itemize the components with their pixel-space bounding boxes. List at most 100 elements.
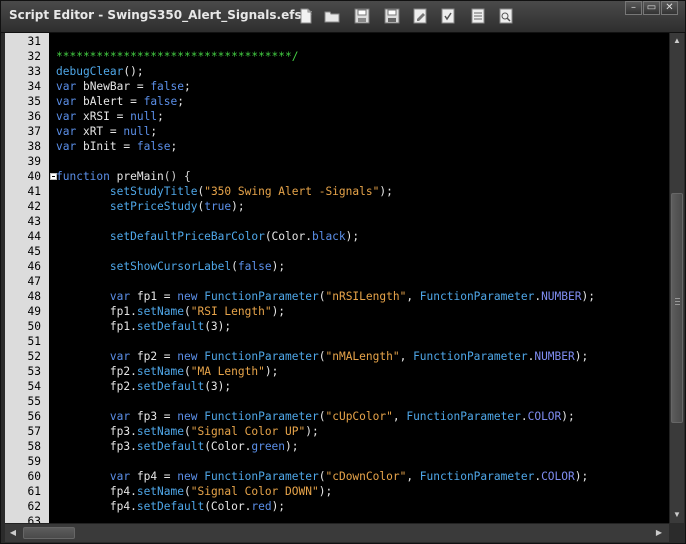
code-line[interactable]: 58 fp3.setDefault(Color.green); [5, 439, 669, 454]
line-number: 60 [27, 470, 41, 483]
code-token: preMain [116, 170, 164, 183]
code-token: setDefaultPriceBarColor [109, 230, 265, 243]
code-token: false [237, 260, 272, 273]
edit-icon[interactable] [411, 7, 429, 25]
code-token: new [177, 290, 205, 303]
list-icon[interactable] [469, 7, 487, 25]
code-token: var [56, 80, 83, 93]
code-line[interactable]: 62 fp4.setDefault(Color.red); [5, 499, 669, 514]
code-line[interactable]: 43 [5, 214, 669, 229]
line-number: 45 [27, 245, 41, 258]
code-token: ; [184, 80, 191, 93]
code-token: "nMALength" [325, 350, 400, 363]
code-token: ); [345, 230, 360, 243]
code-line[interactable]: 41 setStudyTitle("350 Swing Alert -Signa… [5, 184, 669, 199]
restore-button[interactable]: ▭ [643, 1, 660, 15]
code-token: FunctionParameter [204, 410, 319, 423]
code-line[interactable]: 33 debugClear(); [5, 64, 669, 79]
code-line[interactable]: 34 var bNewBar = false; [5, 79, 669, 94]
code-token: ); [379, 185, 393, 198]
code-token: COLOR [527, 410, 562, 423]
line-number: 47 [27, 275, 41, 288]
code-token: fp3. [56, 440, 137, 453]
code-line[interactable]: 61 fp4.setName("Signal Color DOWN"); [5, 484, 669, 499]
vertical-scroll-thumb[interactable] [671, 193, 683, 423]
code-token: black [311, 230, 346, 243]
code-text: fp4.setName("Signal Color DOWN"); [56, 484, 332, 499]
code-line[interactable]: 51 [5, 334, 669, 349]
code-token: setName [136, 425, 184, 438]
code-line[interactable]: 31 [5, 34, 669, 49]
open-folder-icon[interactable] [323, 7, 341, 25]
code-line[interactable]: 35 var bAlert = false; [5, 94, 669, 109]
code-token: ( [183, 485, 191, 498]
code-line[interactable]: 45 [5, 244, 669, 259]
code-editor[interactable]: 31 32 ***********************************/… [5, 33, 669, 523]
line-number: 53 [27, 365, 41, 378]
code-token: setShowCursorLabel [109, 260, 232, 273]
scroll-down-arrow-icon[interactable]: ▼ [671, 509, 683, 521]
find-icon[interactable] [497, 7, 515, 25]
code-token: ); [271, 500, 286, 513]
code-line[interactable]: 37 var xRT = null; [5, 124, 669, 139]
horizontal-scrollbar[interactable]: ◀ ▶ [5, 523, 669, 542]
code-line[interactable]: 63 [5, 514, 669, 523]
scroll-left-arrow-icon[interactable]: ◀ [7, 527, 19, 539]
code-line[interactable]: 32 ***********************************/ [5, 49, 669, 64]
line-number: 59 [27, 455, 41, 468]
code-token: fp4. [56, 485, 137, 498]
line-number: 56 [27, 410, 41, 423]
line-number: 50 [27, 320, 41, 333]
code-text: fp4.setDefault(Color.red); [56, 499, 285, 514]
code-line[interactable]: 53 fp2.setName("MA Length"); [5, 364, 669, 379]
code-token: fp2. [56, 380, 137, 393]
code-line[interactable]: 54 fp2.setDefault(3); [5, 379, 669, 394]
save-all-icon[interactable] [383, 7, 401, 25]
code-line[interactable]: 59 [5, 454, 669, 469]
code-token: ); [285, 440, 299, 453]
code-line[interactable]: 47 [5, 274, 669, 289]
code-line[interactable]: 60 var fp4 = new FunctionParameter("cDow… [5, 469, 669, 484]
code-text: setPriceStudy(true); [56, 199, 245, 214]
code-token: ); [581, 290, 595, 303]
code-text: function preMain() { [56, 169, 191, 184]
code-line[interactable]: 39 [5, 154, 669, 169]
scroll-right-arrow-icon[interactable]: ▶ [653, 527, 665, 539]
code-token: ( [183, 305, 191, 318]
new-file-icon[interactable] [297, 7, 315, 25]
code-line[interactable]: 42 setPriceStudy(true); [5, 199, 669, 214]
save-icon[interactable] [353, 7, 371, 25]
line-number: 31 [27, 35, 41, 48]
code-line[interactable]: 48 var fp1 = new FunctionParameter("nRSI… [5, 289, 669, 304]
code-text: fp1.setDefault(3); [56, 319, 231, 334]
horizontal-scroll-thumb[interactable] [23, 527, 75, 539]
code-line[interactable]: 40 function preMain() { [5, 169, 669, 184]
code-line[interactable]: 50 fp1.setDefault(3); [5, 319, 669, 334]
code-line[interactable]: 38 var bInit = false; [5, 139, 669, 154]
close-button[interactable]: ✕ [661, 1, 678, 15]
vertical-scrollbar[interactable]: ▲ ▼ [669, 33, 684, 523]
code-line[interactable]: 55 [5, 394, 669, 409]
code-line[interactable]: 46 setShowCursorLabel(false); [5, 259, 669, 274]
code-line[interactable]: 52 var fp2 = new FunctionParameter("nMAL… [5, 349, 669, 364]
code-token: setDefault [136, 440, 205, 453]
code-line[interactable]: 36 var xRSI = null; [5, 109, 669, 124]
window-title: Script Editor - SwingS350_Alert_Signals.… [9, 8, 313, 22]
code-token: ( [183, 365, 191, 378]
title-bar[interactable]: Script Editor - SwingS350_Alert_Signals.… [1, 1, 685, 33]
code-token: var [56, 125, 83, 138]
minimize-button[interactable]: – [625, 1, 642, 15]
code-token: ( [183, 425, 191, 438]
scroll-up-arrow-icon[interactable]: ▲ [671, 35, 683, 47]
syntax-check-icon[interactable] [439, 7, 457, 25]
code-line[interactable]: 44 setDefaultPriceBarColor(Color.black); [5, 229, 669, 244]
code-token: , [406, 470, 420, 483]
code-line[interactable]: 49 fp1.setName("RSI Length"); [5, 304, 669, 319]
code-line[interactable]: 56 var fp3 = new FunctionParameter("cUpC… [5, 409, 669, 424]
code-text: setDefaultPriceBarColor(Color.black); [56, 229, 359, 244]
code-token: ( [231, 260, 238, 273]
code-token: NUMBER [541, 290, 582, 303]
code-line[interactable]: 57 fp3.setName("Signal Color UP"); [5, 424, 669, 439]
